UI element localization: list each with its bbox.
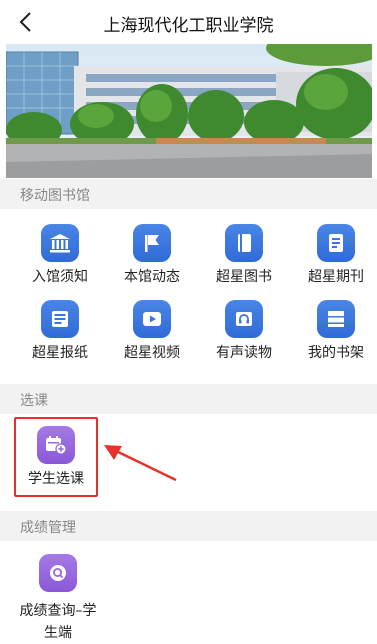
grid-item-audio-books[interactable]: 有声读物	[200, 300, 288, 362]
audio-book-icon	[225, 300, 263, 338]
section-header-course-selection: 选课	[0, 384, 377, 414]
grid-item-label: 本馆动态	[124, 269, 180, 285]
bank-icon	[41, 224, 79, 262]
grid-item-label: 超星图书	[216, 269, 272, 285]
grid-item-label: 超星期刊	[308, 269, 364, 285]
grid-item-chaoxing-books[interactable]: 超星图书	[200, 224, 288, 286]
section-header-grades: 成绩管理	[0, 511, 377, 541]
grid-item-my-bookshelf[interactable]: 我的书架	[292, 300, 377, 362]
grid-item-library-notice[interactable]: 入馆须知	[16, 224, 104, 286]
play-icon	[133, 300, 171, 338]
grid-item-library-news[interactable]: 本馆动态	[108, 224, 196, 286]
flag-icon	[133, 224, 171, 262]
grid-item-label: 我的书架	[308, 345, 364, 361]
section-title: 移动图书馆	[20, 188, 90, 204]
grid-item-label: 成绩查询–学生端	[19, 603, 97, 641]
grid-item-label: 入馆须知	[32, 269, 88, 285]
journal-icon	[317, 224, 355, 262]
newspaper-icon	[41, 300, 79, 338]
section-title: 选课	[20, 393, 48, 409]
search-icon	[39, 554, 77, 592]
grid-item-chaoxing-newspapers[interactable]: 超星报纸	[16, 300, 104, 362]
grid-item-grade-query[interactable]: 成绩查询–学生端	[14, 554, 102, 644]
page-title: 上海现代化工职业学院	[103, 16, 274, 36]
grid-item-label: 超星视频	[124, 345, 180, 361]
bookshelf-icon	[317, 300, 355, 338]
grid-item-chaoxing-journals[interactable]: 超星期刊	[292, 224, 377, 286]
grid-item-label: 超星报纸	[32, 345, 88, 361]
grid-item-label: 有声读物	[216, 345, 272, 361]
section-header-library: 移动图书馆	[0, 179, 377, 209]
red-arrow-icon	[104, 445, 177, 482]
highlight-box	[14, 417, 98, 497]
campus-banner-image	[6, 44, 372, 178]
section-title: 成绩管理	[20, 520, 76, 536]
grid-item-chaoxing-videos[interactable]: 超星视频	[108, 300, 196, 362]
book-icon	[225, 224, 263, 262]
header-bar: 上海现代化工职业学院	[0, 0, 377, 44]
